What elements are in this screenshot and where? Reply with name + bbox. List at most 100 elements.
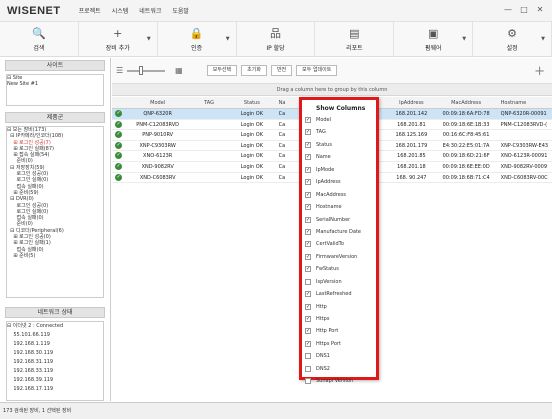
column-toggle-macaddress[interactable]: ✓ MacAddress	[302, 189, 376, 201]
reset-button[interactable]: 초기화	[241, 65, 267, 76]
dropdown-arrow-icon[interactable]: ▼	[226, 36, 230, 42]
checkbox-icon[interactable]: ✓	[305, 291, 311, 298]
column-toggle-serialnumber[interactable]: ✓ SerialNumber	[302, 214, 376, 226]
column-toggle-certvalidto[interactable]: ✓ CertValidTo	[302, 238, 376, 250]
column-toggle-http-port[interactable]: ✓ Http Port	[302, 325, 376, 337]
device-group-tree[interactable]: ⊟ 모든 장비(173) ⊟ IP카메라/인코더(108) ⊞ 로그인 성공(7…	[6, 126, 104, 298]
header-macaddress[interactable]: MacAddress	[438, 97, 495, 108]
column-toggle-https-port[interactable]: ✓ Https Port	[302, 338, 376, 350]
menu-project[interactable]: 프로젝트	[79, 6, 101, 15]
header-status[interactable]: Status	[228, 97, 276, 108]
toolbar-button-1[interactable]: + 장비 추가 ▼	[79, 22, 158, 57]
column-toggle-ipmode[interactable]: ✓ IpMode	[302, 164, 376, 176]
menu-network[interactable]: 네트워크	[139, 6, 161, 15]
toolbar-button-0[interactable]: 🔍 검색	[0, 22, 79, 57]
column-toggle-fwstatus[interactable]: ✓ FwStatus	[302, 263, 376, 275]
header-name[interactable]: Na	[276, 97, 297, 108]
checkbox-icon[interactable]	[305, 278, 311, 285]
checkbox-icon[interactable]: ✓	[305, 179, 311, 186]
checkbox-icon[interactable]: ✓	[305, 316, 311, 322]
toolbar-button-2[interactable]: 🔒 인증 ▼	[158, 22, 237, 57]
dropdown-arrow-icon[interactable]: ▼	[147, 36, 151, 42]
column-toggle-firmwareversion[interactable]: ✓ FirmwareVersion	[302, 251, 376, 263]
checkbox-icon[interactable]: ✓	[305, 166, 311, 173]
column-toggle-lastrefreshed[interactable]: ✓ LastRefreshed	[302, 288, 376, 300]
column-toggle-label: Http Port	[316, 328, 339, 335]
select-all-button[interactable]: 모두선택	[206, 65, 238, 76]
checkbox-icon[interactable]: ✓	[305, 141, 311, 148]
slider-knob[interactable]	[139, 65, 144, 75]
network-tree-node[interactable]: 192.168.1.119	[7, 340, 103, 349]
network-tree-node[interactable]: 55.101.66.119	[7, 331, 103, 340]
toolbar-button-3[interactable]: 品 IP 할당	[237, 22, 316, 57]
column-toggle-ispversion[interactable]: IspVersion	[302, 276, 376, 288]
checkbox-icon[interactable]: ✓	[305, 328, 311, 335]
column-toggle-model[interactable]: ✓ Model	[302, 114, 376, 126]
add-icon[interactable]: +	[534, 64, 545, 79]
zoom-slider[interactable]	[127, 65, 166, 75]
header-hostname[interactable]: Hostname	[495, 97, 552, 108]
header-model[interactable]: Model	[125, 97, 190, 108]
header-tag[interactable]: TAG	[190, 97, 228, 108]
toolbar-button-6[interactable]: ⚙ 설정 ▼	[473, 22, 552, 57]
group-tree-node[interactable]: ⊞ 준비(5)	[7, 253, 103, 259]
column-toggle-sunapi-version[interactable]: Sunapi Version	[302, 375, 376, 387]
dropdown-arrow-icon[interactable]: ▼	[541, 36, 545, 42]
maximize-button[interactable]: □	[516, 3, 532, 17]
grid-view-icon[interactable]: ▦	[175, 66, 183, 75]
dropdown-arrow-icon[interactable]: ▼	[462, 36, 466, 42]
toolbar-button-5[interactable]: ▣ 펌웨어 ▼	[394, 22, 474, 57]
toolbar-button-4[interactable]: ▤ 리포트	[315, 22, 395, 57]
column-toggle-manufacture-date[interactable]: ✓ Manufacture Date	[302, 226, 376, 238]
checkbox-icon[interactable]: ✓	[305, 253, 311, 260]
checkbox-icon[interactable]: ✓	[305, 241, 311, 248]
site-panel-title: 사이트	[5, 60, 105, 71]
update-all-button[interactable]: 모두 업데이트	[296, 65, 338, 76]
column-toggle-hostname[interactable]: ✓ Hostname	[302, 201, 376, 213]
header-ipaddress[interactable]: IpAddress	[385, 97, 437, 108]
checkbox-icon[interactable]: ✓	[305, 340, 311, 347]
checkbox-icon[interactable]	[305, 353, 311, 360]
checkbox-icon[interactable]: ✓	[305, 154, 311, 161]
checkbox-icon[interactable]: ✓	[305, 129, 311, 136]
invert-button[interactable]: 반전	[270, 65, 293, 76]
column-toggle-name[interactable]: ✓ Name	[302, 151, 376, 163]
header-check[interactable]	[112, 97, 125, 108]
site-tree-node[interactable]: New Site #1	[7, 81, 103, 87]
close-button[interactable]: ✕	[532, 3, 548, 17]
list-view-icon[interactable]: ☰	[116, 66, 123, 75]
checkbox-icon[interactable]: ✓	[305, 117, 311, 123]
network-tree-node[interactable]: 192.168.17.119	[7, 385, 103, 394]
column-toggle-label: LastRefreshed	[316, 291, 352, 298]
left-pane: 사이트 ⊟ Site New Site #1 제품군 ⊟ 모든 장비(173) …	[0, 58, 111, 401]
column-toggle-ipaddress[interactable]: ✓ IpAddress	[302, 176, 376, 188]
checkbox-icon[interactable]: ✓	[305, 191, 311, 198]
checkbox-icon[interactable]: ✓	[305, 266, 311, 273]
network-tree-node[interactable]: 192.168.39.119	[7, 376, 103, 385]
network-status-tree[interactable]: ⊟ 이더넷 2 : Connected 55.101.66.119 192.16…	[6, 321, 104, 401]
column-toggle-dns2[interactable]: DNS2	[302, 363, 376, 375]
network-icon: 品	[270, 27, 281, 40]
checkbox-icon[interactable]: ✓	[305, 228, 311, 235]
network-tree-node[interactable]: 192.168.31.119	[7, 358, 103, 367]
column-toggle-label: Hostname	[316, 204, 342, 211]
column-toggle-https[interactable]: ✓ Https	[302, 313, 376, 325]
site-tree[interactable]: ⊟ Site New Site #1	[6, 74, 104, 106]
checkbox-icon[interactable]: ✓	[305, 303, 311, 310]
network-tree-node[interactable]: 192.168.30.119	[7, 349, 103, 358]
checkbox-icon[interactable]: ✓	[305, 204, 311, 211]
column-toggle-http[interactable]: ✓ Http	[302, 301, 376, 313]
network-tree-node[interactable]: ⊟ 이더넷 2 : Connected	[7, 322, 103, 331]
checkbox-icon[interactable]	[305, 378, 311, 385]
menu-system[interactable]: 시스템	[112, 6, 129, 15]
column-toggle-status[interactable]: ✓ Status	[302, 139, 376, 151]
cell-tag	[190, 162, 228, 172]
minimize-button[interactable]: —	[500, 3, 516, 17]
group-by-hint[interactable]: Drag a column here to group by this colu…	[112, 84, 552, 96]
menu-help[interactable]: 도움말	[172, 6, 189, 15]
checkbox-icon[interactable]: ✓	[305, 216, 311, 223]
network-tree-node[interactable]: 192.168.33.119	[7, 367, 103, 376]
checkbox-icon[interactable]	[305, 365, 311, 372]
column-toggle-dns1[interactable]: DNS1	[302, 350, 376, 362]
column-toggle-tag[interactable]: ✓ TAG	[302, 126, 376, 138]
